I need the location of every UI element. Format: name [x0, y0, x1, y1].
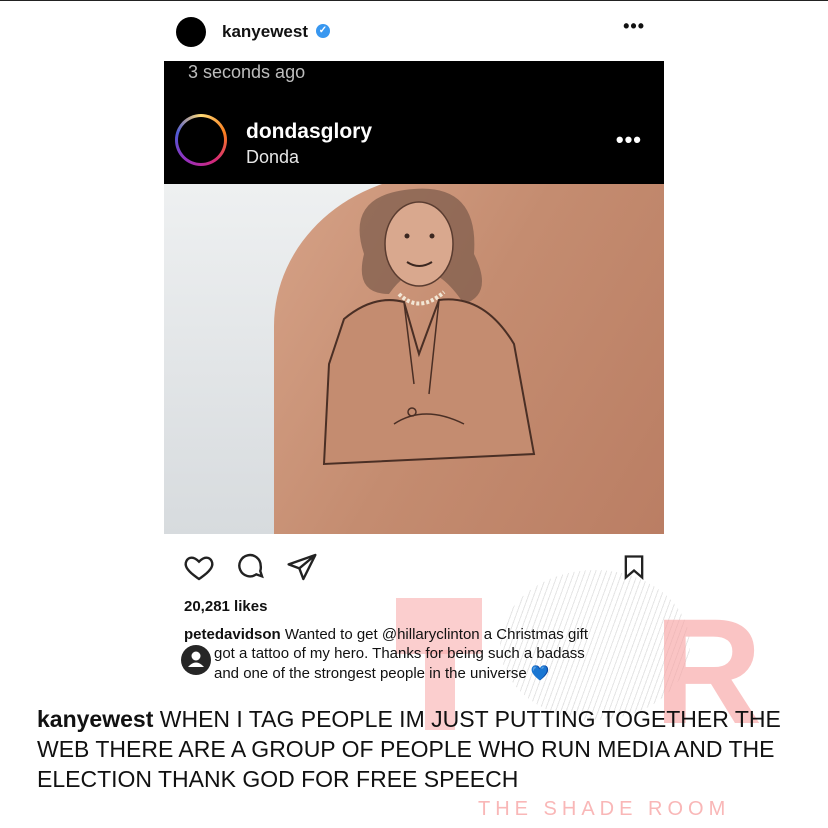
outer-username[interactable]: kanyewest	[222, 22, 308, 42]
repost-username: dondasglory	[246, 120, 373, 143]
repost-more-icon: •••	[615, 127, 642, 152]
kanye-caption-username[interactable]: kanyewest	[37, 706, 153, 732]
comment-icon[interactable]	[234, 551, 266, 583]
more-options-icon[interactable]: •••	[623, 16, 645, 37]
avatar[interactable]	[176, 17, 206, 47]
timestamp: 3 seconds ago	[188, 62, 306, 82]
likes-count[interactable]: 20,281 likes	[184, 598, 267, 615]
repost-header: 3 seconds ago dondasglory Donda •••	[164, 61, 664, 185]
share-icon[interactable]	[286, 551, 318, 583]
caption-line-2: got a tattoo of my hero. Thanks for bein…	[214, 645, 585, 662]
kanye-caption: kanyewest WHEN I TAG PEOPLE IM JUST PUTT…	[37, 704, 807, 794]
caption-username[interactable]: petedavidson	[184, 626, 281, 643]
verified-badge-icon: ✓	[316, 24, 330, 38]
watermark-brand: THE SHADE ROOM	[478, 798, 731, 820]
caption-line-3: and one of the strongest people in the u…	[214, 665, 550, 682]
post-photo	[164, 184, 664, 534]
outer-post-header: kanyewest ✓ •••	[160, 8, 665, 54]
story-ring-avatar	[175, 114, 227, 166]
repost-subtitle: Donda	[246, 147, 300, 167]
caption-line-1: petedavidson Wanted to get @hillaryclint…	[184, 626, 588, 643]
person-icon[interactable]	[181, 645, 211, 675]
top-border	[0, 0, 828, 1]
portrait-tattoo	[322, 188, 536, 466]
heart-icon[interactable]	[182, 551, 216, 583]
caption-text-1: Wanted to get @hillaryclinton a Christma…	[284, 626, 588, 643]
